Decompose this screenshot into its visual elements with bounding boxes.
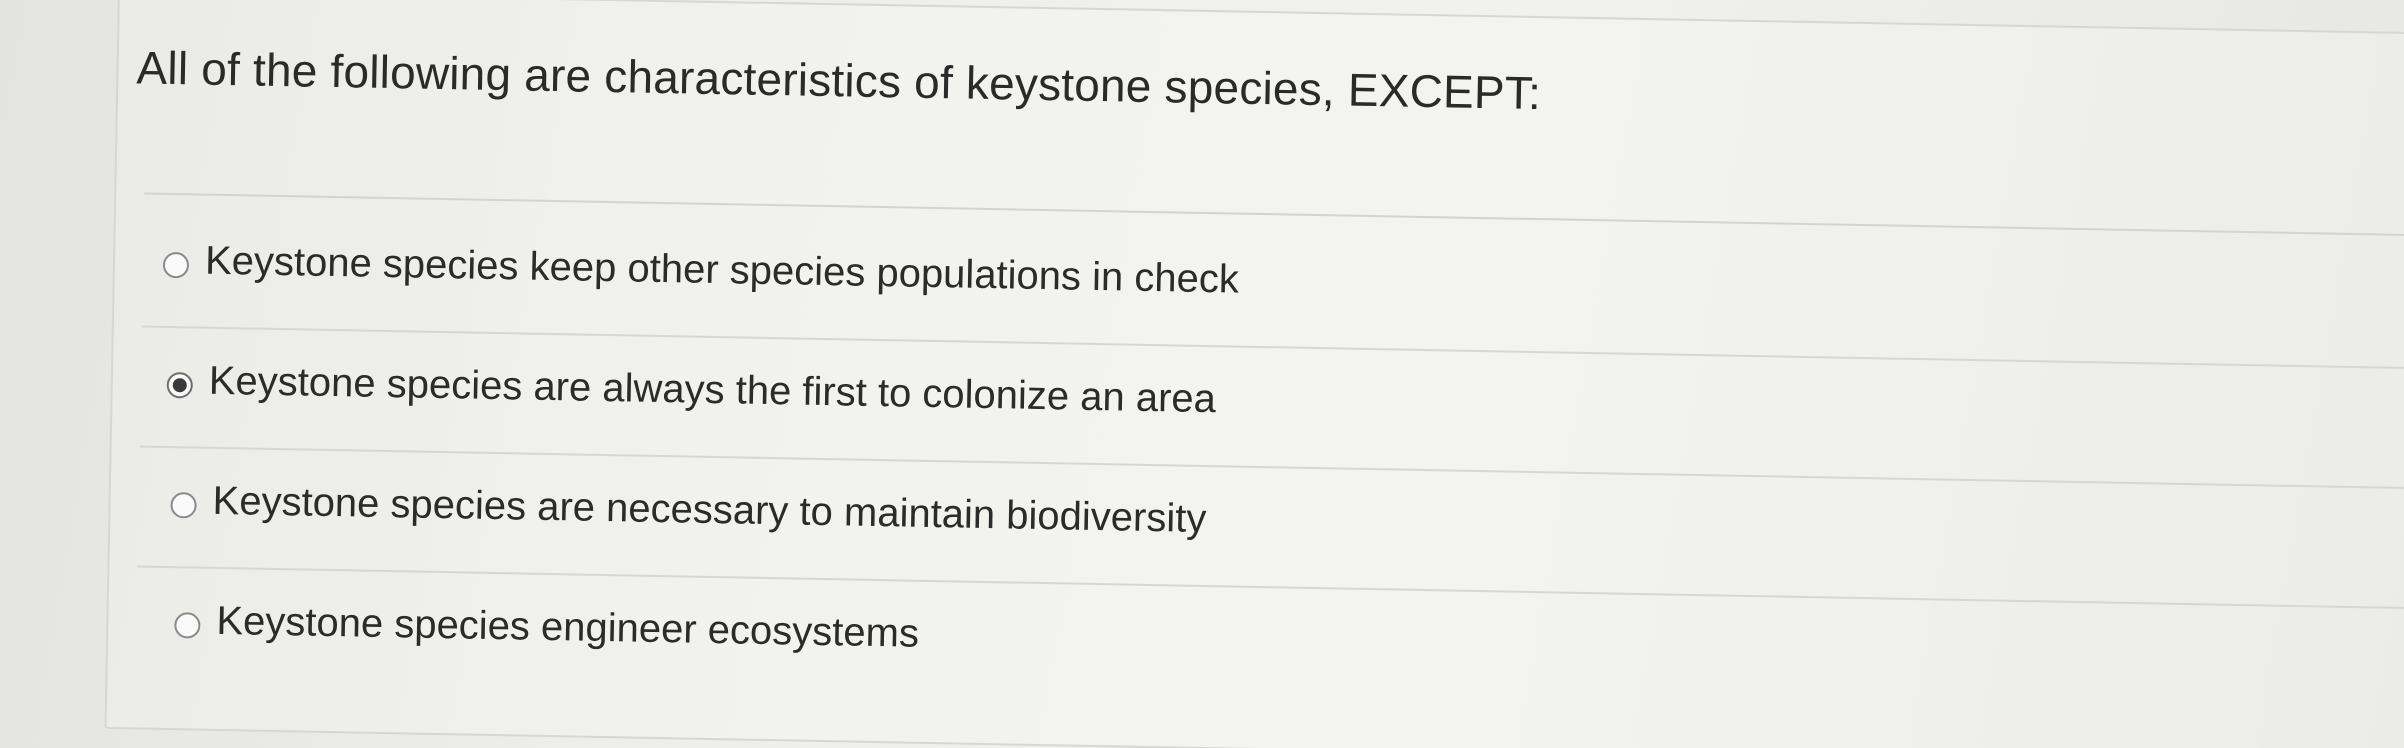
radio-button-3[interactable] bbox=[170, 492, 197, 519]
question-text: All of the following are characteristics… bbox=[136, 41, 1542, 120]
answer-option-label: Keystone species are always the first to… bbox=[208, 358, 1217, 422]
answer-options: Keystone species keep other species popu… bbox=[135, 207, 2404, 728]
answer-option-label: Keystone species keep other species popu… bbox=[204, 238, 1240, 302]
radio-button-4[interactable] bbox=[174, 612, 201, 639]
question-card: All of the following are characteristics… bbox=[104, 0, 2404, 748]
answer-option-label: Keystone species are necessary to mainta… bbox=[212, 478, 1207, 542]
radio-button-1[interactable] bbox=[162, 251, 190, 279]
radio-button-2-selected[interactable] bbox=[166, 371, 194, 399]
answer-option-label: Keystone species engineer ecosystems bbox=[216, 598, 920, 656]
